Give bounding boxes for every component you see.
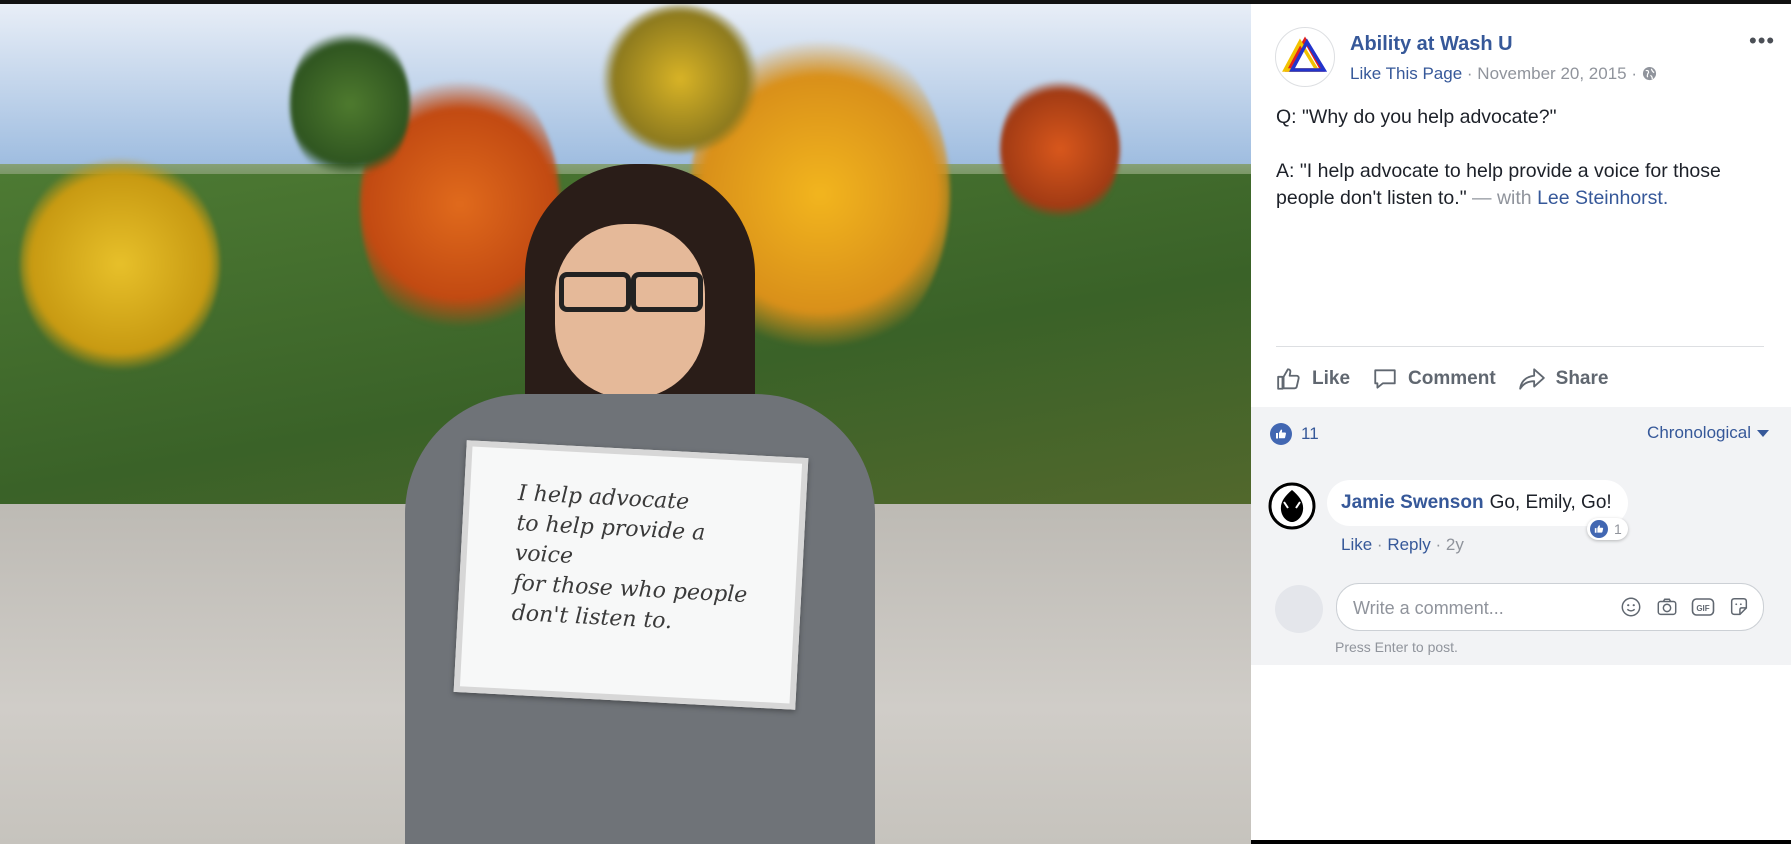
with-label: — with [1472,187,1532,209]
photo-tree [20,154,220,374]
page-logo-icon [1282,36,1328,72]
comment-text: Go, Emily, Go! [1489,492,1612,513]
tagged-person-link[interactable]: Lee Steinhorst. [1537,187,1668,209]
comment-label: Comment [1408,368,1496,389]
globe-icon [1642,66,1656,81]
share-button[interactable]: Share [1518,366,1609,392]
more-options-icon[interactable]: ••• [1749,28,1775,54]
reaction-count[interactable]: 11 [1270,423,1319,445]
comment-sort-label: Chronological [1647,423,1751,442]
meta-separator: · [1631,64,1638,83]
comment-sort-dropdown[interactable]: Chronological [1647,423,1769,443]
camera-icon[interactable] [1655,596,1679,618]
gif-icon[interactable]: GIF [1691,596,1715,618]
sticker-icon[interactable] [1727,596,1751,618]
comment-actions: Like · Reply · 2y [1341,535,1464,554]
like-label: Like [1312,368,1351,389]
post-photo[interactable]: I help advocate to help provide a voice … [0,4,1251,844]
svg-text:GIF: GIF [1696,604,1709,613]
post-actions: Like Comment Share [1276,358,1630,400]
comment-time[interactable]: 2y [1446,535,1464,554]
whiteboard: I help advocate to help provide a voice … [453,440,809,710]
meta-separator: · [1466,64,1473,83]
comment-input[interactable] [1351,594,1595,622]
page-name-link[interactable]: Ability at Wash U [1350,33,1513,56]
comment-icon [1374,369,1396,389]
like-reaction-icon [1270,423,1292,445]
comment-bubble: Jamie Swenson Go, Emily, Go! [1327,480,1628,526]
post-message: Q: "Why do you help advocate?" A: "I hel… [1276,104,1766,212]
post-question: Q: "Why do you help advocate?" [1276,106,1557,128]
comment-reply-link[interactable]: Reply [1387,535,1430,554]
post-meta: Like This Page · November 20, 2015 · [1350,64,1657,84]
like-reaction-icon [1590,520,1608,538]
thumbs-up-icon [1277,368,1300,390]
post-side-panel: Ability at Wash U Like This Page · Novem… [1251,4,1791,840]
action-divider [1276,346,1764,347]
comment-reaction-pill[interactable]: 1 [1587,518,1628,540]
photo-person: I help advocate to help provide a voice … [405,164,875,844]
whiteboard-text: I help advocate to help provide a voice … [511,480,748,635]
current-user-avatar [1275,585,1323,633]
reaction-count-value: 11 [1301,424,1319,443]
commenter-avatar[interactable] [1268,482,1316,530]
caret-down-icon [1757,430,1769,438]
photo-tree [290,24,410,184]
share-label: Share [1555,368,1609,389]
like-button[interactable]: Like [1276,366,1350,392]
emoji-icon[interactable] [1619,596,1643,618]
comment-reaction-count: 1 [1614,521,1622,537]
post-answer: A: "I help advocate to help provide a vo… [1276,158,1766,212]
post-date[interactable]: November 20, 2015 [1477,64,1626,83]
comment-author-link[interactable]: Jamie Swenson [1341,492,1484,514]
person-glasses [555,272,705,312]
comment-like-link[interactable]: Like [1341,535,1372,554]
photo-tree [600,4,760,154]
composer-hint: Press Enter to post. [1335,639,1458,655]
photo-tree [1000,74,1120,224]
page-avatar[interactable] [1275,27,1335,87]
composer-icons: GIF [1607,596,1751,618]
rebel-alliance-icon [1268,482,1316,530]
comments-section: 11 Chronological Jamie Swenson Go, Emily… [1251,407,1791,665]
comment-button[interactable]: Comment [1372,366,1496,392]
share-icon [1518,368,1545,390]
comment-composer[interactable]: GIF [1336,583,1764,631]
like-this-page-link[interactable]: Like This Page [1350,64,1462,83]
